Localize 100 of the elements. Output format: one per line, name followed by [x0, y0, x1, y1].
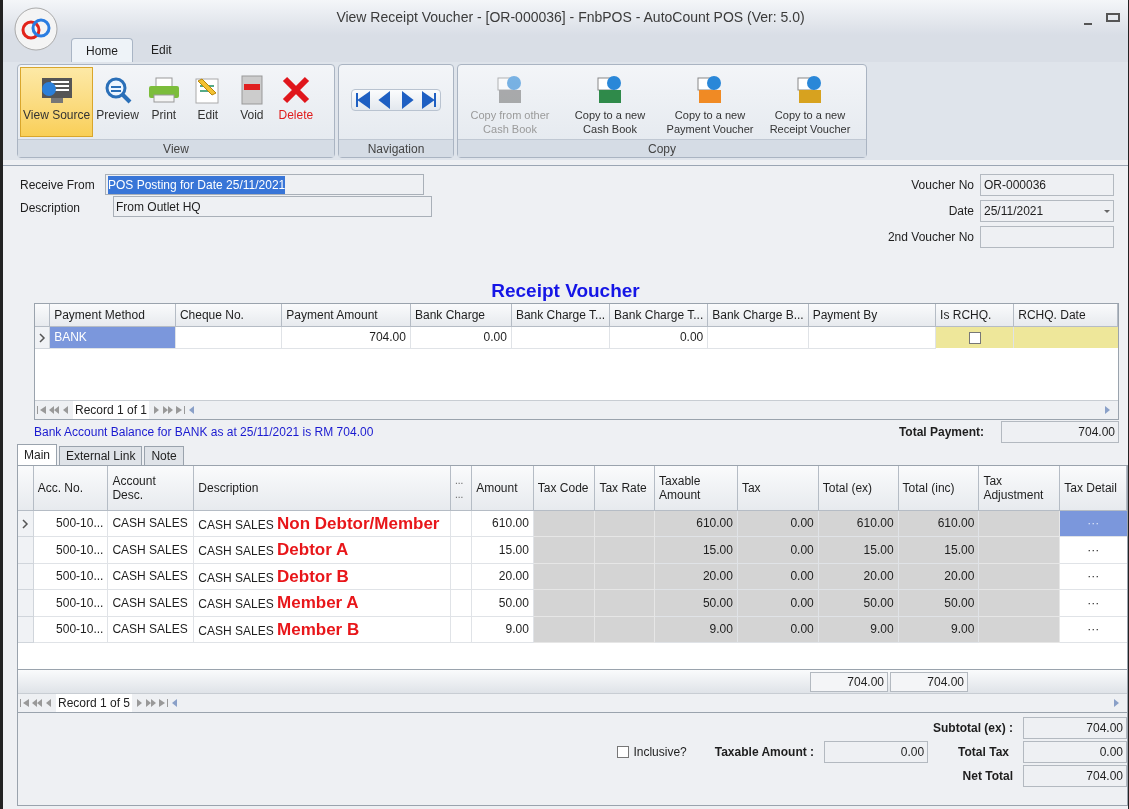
table-cell: 9.00	[654, 616, 738, 643]
tax-detail-button[interactable]: ···	[1087, 595, 1100, 610]
table-cell: 704.00	[281, 326, 411, 348]
ribbon-button[interactable]: Preview	[93, 67, 142, 137]
detail-tab[interactable]: External Link	[59, 446, 143, 465]
last-record-icon[interactable]	[158, 699, 169, 707]
ribbon-tab[interactable]: Edit	[137, 38, 186, 62]
total-tax-field: 0.00	[1023, 741, 1127, 763]
summary-label: Net Total	[962, 768, 1013, 785]
ribbon-button[interactable]: Copy to a new Cash Book	[560, 67, 660, 137]
record-counter: Record 1 of 1	[73, 401, 150, 419]
column-header[interactable]: Tax Adjustment	[978, 466, 1060, 510]
column-header[interactable]: Bank Charge T...	[511, 304, 610, 326]
column-header[interactable]: Total (inc)	[898, 466, 979, 510]
ribbon-button[interactable]: Delete	[273, 67, 318, 137]
previous-page-icon[interactable]	[49, 406, 59, 414]
table-cell: 0.00	[737, 589, 819, 616]
text-field[interactable]	[980, 226, 1114, 248]
tax-detail-button[interactable]: ···	[1087, 622, 1100, 637]
table-cell: CASH SALES	[198, 517, 274, 532]
total-inc-field: 704.00	[890, 671, 968, 692]
table-cell: 610.00	[818, 510, 899, 537]
column-header[interactable]: Tax	[737, 466, 819, 510]
column-header[interactable]: Bank Charge	[410, 304, 512, 326]
table-cell: 15.00	[818, 536, 899, 563]
next-page-icon[interactable]	[163, 406, 174, 414]
ribbon-tab[interactable]: Home	[71, 38, 133, 62]
date-dropdown[interactable]: 25/11/2021	[980, 200, 1114, 222]
table-cell: CASH SALES	[198, 597, 274, 611]
inclusive-checkbox[interactable]	[617, 746, 630, 758]
first-record-icon[interactable]	[37, 406, 47, 414]
table-cell: 15.00	[471, 536, 534, 563]
scroll-right-icon[interactable]	[1111, 699, 1121, 707]
previous-record-icon[interactable]	[44, 699, 54, 707]
total-ex-field: 704.00	[810, 671, 888, 692]
record-counter: Record 1 of 5	[56, 694, 133, 712]
column-header[interactable]: Acc. No.	[33, 466, 108, 510]
tax-detail-button[interactable]: ···	[1087, 569, 1100, 584]
annotation-text: Debtor A	[277, 540, 349, 559]
table-cell: 610.00	[654, 510, 738, 537]
column-header[interactable]: Cheque No.	[175, 304, 282, 326]
column-header[interactable]: Payment Amount	[281, 304, 411, 326]
checkbox[interactable]	[968, 332, 981, 345]
column-header[interactable]: Taxable Amount	[654, 466, 738, 510]
column-header[interactable]: Bank Charge T...	[609, 304, 708, 326]
column-header[interactable]: Account Desc.	[107, 466, 194, 510]
detail-tab[interactable]: Main	[17, 444, 57, 465]
column-header[interactable]: Bank Charge B...	[707, 304, 809, 326]
last-record-icon[interactable]	[175, 406, 186, 414]
table-cell: 50.00	[654, 589, 738, 616]
table-cell: CASH SALES	[107, 563, 194, 590]
table-cell: 0.00	[410, 326, 512, 348]
total-field: 704.00	[1001, 421, 1119, 443]
table-cell: 9.00	[898, 616, 979, 643]
table-cell: 0.00	[737, 616, 819, 643]
column-header[interactable]: ... ...	[450, 466, 472, 510]
column-header[interactable]: Payment By	[808, 304, 936, 326]
table-cell: CASH SALES	[198, 623, 274, 638]
table-cell: 0.00	[737, 536, 819, 563]
ribbon-button[interactable]: Print	[141, 67, 186, 137]
column-header[interactable]: RCHQ. Date	[1013, 304, 1118, 326]
previous-page-icon[interactable]	[32, 699, 42, 707]
ribbon-button[interactable]: Copy to a new Receipt Voucher	[760, 67, 860, 137]
ribbon-button[interactable]: Copy to a new Payment Voucher	[660, 67, 760, 137]
field-label: Date	[948, 203, 974, 220]
column-header[interactable]: Amount	[471, 466, 534, 510]
column-header[interactable]: Total (ex)	[818, 466, 899, 510]
tax-detail-button[interactable]: ···	[1087, 542, 1100, 557]
ribbon-group-label: View	[18, 139, 334, 157]
table-cell: CASH SALES	[107, 510, 194, 537]
ribbon-button[interactable]: View Source	[20, 67, 94, 137]
scroll-right-icon[interactable]	[1102, 406, 1112, 414]
text-field[interactable]: OR-000036	[980, 174, 1114, 196]
table-cell: 0.00	[609, 326, 708, 348]
text-field[interactable]: From Outlet HQ	[113, 196, 432, 217]
column-header[interactable]: Description	[193, 466, 451, 510]
table-cell: 500-10...	[33, 589, 108, 616]
table-cell: CASH SALES	[198, 570, 274, 585]
column-header[interactable]: Payment Method	[49, 304, 176, 326]
table-cell: CASH SALES	[107, 536, 194, 563]
maximize-button[interactable]	[1106, 13, 1120, 22]
previous-record-icon[interactable]	[61, 406, 71, 414]
table-cell: 610.00	[471, 510, 534, 537]
table-cell: 15.00	[654, 536, 738, 563]
ribbon-group-label: Navigation	[339, 139, 453, 157]
column-header[interactable]: Tax Detail	[1059, 466, 1127, 510]
next-page-icon[interactable]	[146, 699, 157, 707]
column-header[interactable]: Tax Code	[533, 466, 595, 510]
column-header[interactable]: Tax Rate	[594, 466, 655, 510]
first-record-icon[interactable]	[20, 699, 30, 707]
column-header[interactable]: Is RCHQ.	[935, 304, 1014, 326]
ribbon-button[interactable]: Void	[229, 67, 274, 137]
printer-icon	[146, 75, 181, 105]
table-cell: 20.00	[898, 563, 979, 590]
text-field[interactable]: POS Posting for Date 25/11/2021	[105, 174, 424, 195]
detail-tab[interactable]: Note	[144, 446, 184, 465]
subtotal-field: 704.00	[1023, 717, 1127, 739]
annotation-text: Debtor B	[277, 566, 349, 586]
ribbon-button[interactable]: Edit	[185, 67, 230, 137]
table-cell: 0.00	[737, 510, 819, 537]
